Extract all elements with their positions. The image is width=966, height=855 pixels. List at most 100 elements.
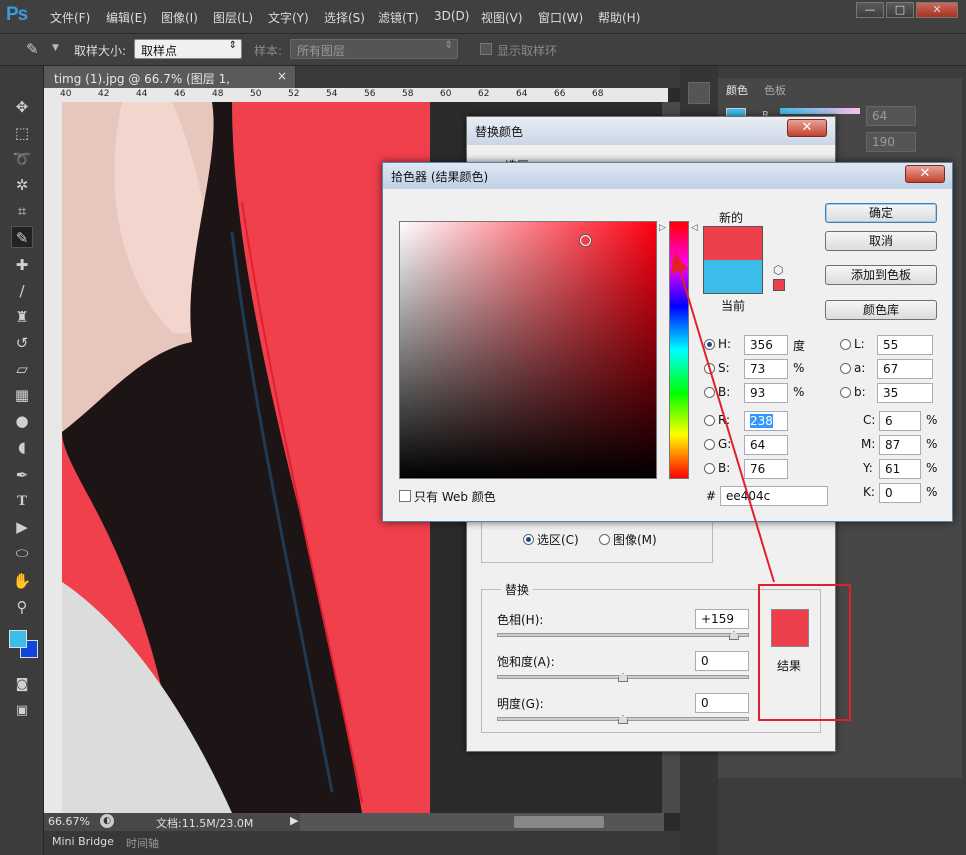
current-color-swatch[interactable]	[703, 260, 763, 294]
radio-b-lab[interactable]	[840, 387, 851, 398]
menu-help[interactable]: 帮助(H)	[598, 9, 640, 26]
dodge-tool-icon[interactable]: ◖	[11, 436, 33, 458]
saturation-field[interactable]: 73	[744, 359, 788, 379]
menu-type[interactable]: 文字(Y)	[268, 9, 309, 26]
zoom-tool-icon[interactable]: ⚲	[11, 596, 33, 618]
color-field-cursor[interactable]	[580, 235, 591, 246]
cube-icon[interactable]: ⬡	[773, 263, 783, 277]
sample-select[interactable]: 所有图层 ⇕	[290, 39, 458, 59]
quick-mask-icon[interactable]: ◙	[11, 674, 33, 696]
radio-red[interactable]	[704, 415, 715, 426]
tab-color[interactable]: 颜色	[726, 82, 748, 98]
radio-selection[interactable]	[523, 534, 534, 545]
saturation-input[interactable]: 0	[695, 651, 749, 671]
blue-field[interactable]: 76	[744, 459, 788, 479]
brush-tool-icon[interactable]: ∕	[11, 280, 33, 302]
c-field[interactable]: 6	[879, 411, 921, 431]
type-tool-icon[interactable]: T	[11, 490, 33, 512]
menu-file[interactable]: 文件(F)	[50, 9, 90, 26]
out-of-gamut-swatch[interactable]	[773, 279, 785, 291]
picker-close-button[interactable]: ✕	[905, 165, 945, 183]
add-to-swatches-button[interactable]: 添加到色板	[825, 265, 937, 285]
radio-saturation[interactable]	[704, 363, 715, 374]
chevron-down-icon[interactable]: ▼	[52, 43, 59, 53]
hue-field[interactable]: 356	[744, 335, 788, 355]
screen-mode-icon[interactable]: ▣	[11, 700, 33, 722]
ellipse-tool-icon[interactable]: ⬭	[11, 542, 33, 564]
lasso-tool-icon[interactable]: ➰	[11, 148, 33, 170]
tab-timeline[interactable]: 时间轴	[126, 835, 159, 851]
sample-size-select[interactable]: 取样点 ⇕	[134, 39, 242, 59]
lightness-input[interactable]: 0	[695, 693, 749, 713]
menu-select[interactable]: 选择(S)	[324, 9, 365, 26]
hex-field[interactable]: ee404c	[720, 486, 828, 506]
color-libraries-button[interactable]: 颜色库	[825, 300, 937, 320]
path-select-tool-icon[interactable]: ▶	[11, 516, 33, 538]
stamp-tool-icon[interactable]: ♜	[11, 306, 33, 328]
hue-slider[interactable]	[497, 633, 749, 637]
a-field[interactable]: 67	[877, 359, 933, 379]
hand-tool-icon[interactable]: ✋	[11, 570, 33, 592]
tab-swatches[interactable]: 色板	[764, 82, 786, 98]
hue-strip[interactable]	[669, 221, 689, 479]
gradient-tool-icon[interactable]: ▦	[11, 384, 33, 406]
scroll-thumb[interactable]	[514, 816, 604, 828]
red-field[interactable]: 238	[744, 411, 788, 431]
healing-tool-icon[interactable]: ✚	[11, 254, 33, 276]
red-value[interactable]: 64	[866, 106, 916, 126]
menu-window[interactable]: 窗口(W)	[538, 9, 583, 26]
radio-hue[interactable]	[704, 339, 715, 350]
menu-3d[interactable]: 3D(D)	[434, 9, 469, 23]
ok-button[interactable]: 确定	[825, 203, 937, 223]
radio-green[interactable]	[704, 439, 715, 450]
l-field[interactable]: 55	[877, 335, 933, 355]
document-canvas[interactable]	[62, 102, 430, 813]
history-brush-tool-icon[interactable]: ↺	[11, 332, 33, 354]
radio-a[interactable]	[840, 363, 851, 374]
menu-edit[interactable]: 编辑(E)	[106, 9, 147, 26]
radio-brightness[interactable]	[704, 387, 715, 398]
minimize-button[interactable]: —	[856, 2, 884, 18]
pen-tool-icon[interactable]: ✒	[11, 464, 33, 486]
k-field[interactable]: 0	[879, 483, 921, 503]
horizontal-scrollbar[interactable]	[300, 813, 664, 831]
hue-pointer-right-icon[interactable]: ◁	[691, 223, 698, 233]
brightness-field[interactable]: 93	[744, 383, 788, 403]
blur-tool-icon[interactable]: ●	[11, 410, 33, 432]
eyedropper-tool-icon[interactable]: ✎	[11, 226, 33, 248]
saturation-brightness-field[interactable]	[399, 221, 657, 479]
replace-dialog-close-button[interactable]: ✕	[787, 119, 827, 137]
radio-l[interactable]	[840, 339, 851, 350]
close-window-button[interactable]: ✕	[916, 2, 958, 18]
hue-pointer-left-icon[interactable]: ▷	[659, 223, 666, 233]
zoom-level[interactable]: 66.67%	[48, 815, 90, 828]
y-field[interactable]: 61	[879, 459, 921, 479]
hue-input[interactable]: +159	[695, 609, 749, 629]
b-lab-field[interactable]: 35	[877, 383, 933, 403]
eraser-tool-icon[interactable]: ▱	[11, 358, 33, 380]
magic-wand-tool-icon[interactable]: ✲	[11, 174, 33, 196]
web-only-checkbox[interactable]	[399, 490, 411, 502]
menu-image[interactable]: 图像(I)	[161, 9, 198, 26]
status-info-icon[interactable]: ◐	[100, 814, 114, 828]
menu-filter[interactable]: 滤镜(T)	[378, 9, 419, 26]
cancel-button[interactable]: 取消	[825, 231, 937, 251]
foreground-color-swatch[interactable]	[9, 630, 27, 648]
move-tool-icon[interactable]: ✥	[11, 96, 33, 118]
radio-image[interactable]	[599, 534, 610, 545]
green-value[interactable]: 190	[866, 132, 916, 152]
m-field[interactable]: 87	[879, 435, 921, 455]
menu-view[interactable]: 视图(V)	[481, 9, 523, 26]
history-panel-icon[interactable]	[688, 82, 710, 104]
status-menu-arrow-icon[interactable]: ▶	[290, 814, 298, 827]
crop-tool-icon[interactable]: ⌗	[11, 200, 33, 222]
green-field[interactable]: 64	[744, 435, 788, 455]
marquee-tool-icon[interactable]: ⬚	[11, 122, 33, 144]
menu-layer[interactable]: 图层(L)	[213, 9, 253, 26]
document-tab[interactable]: timg (1).jpg @ 66.7% (图层 1, RGB/8#) * ×	[44, 66, 296, 101]
red-slider[interactable]	[780, 108, 860, 114]
close-tab-icon[interactable]: ×	[277, 69, 287, 83]
tab-mini-bridge[interactable]: Mini Bridge	[52, 835, 114, 848]
show-ring-checkbox[interactable]	[480, 43, 492, 55]
maximize-button[interactable]: □	[886, 2, 914, 18]
